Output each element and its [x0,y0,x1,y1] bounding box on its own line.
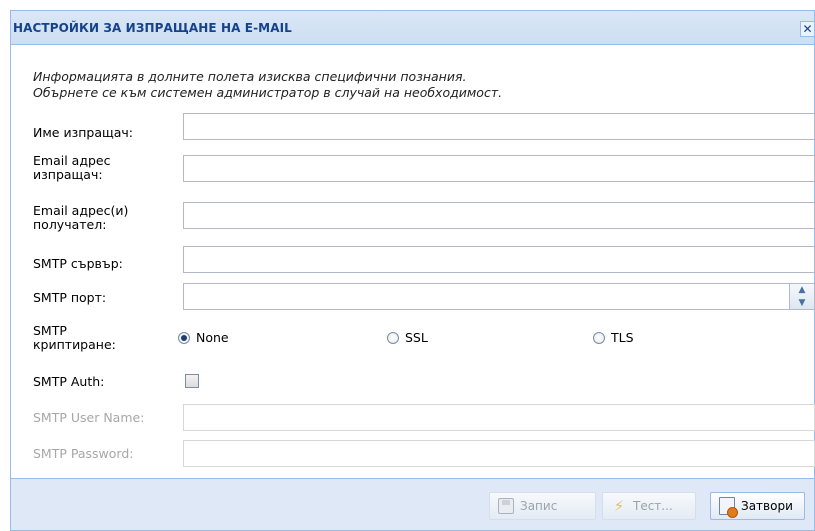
lightning-icon: ⚡ [613,497,625,515]
recipient-email-input[interactable] [183,202,815,229]
recipient-email-label: Email адрес(и) получател: [33,204,173,232]
smtp-port-label: SMTP порт: [33,290,107,305]
radio-tls-dot-icon[interactable] [593,331,605,344]
spin-up-icon[interactable]: ▲ [790,284,814,297]
smtp-password-input[interactable] [183,440,815,467]
close-button[interactable]: Затвори [710,492,805,520]
radio-ssl-label: SSL [405,330,428,345]
sender-name-label: Име изпращач: [33,125,134,140]
title-bar[interactable]: НАСТРОЙКИ ЗА ИЗПРАЩАНЕ НА E-MAIL ✕ [11,11,814,45]
smtp-user-label: SMTP User Name: [33,410,145,425]
radio-none-label: None [196,330,229,345]
sender-name-input[interactable] [183,113,815,140]
close-icon[interactable]: ✕ [800,21,814,37]
dialog-footer: Запис ⚡ Тест... Затвори [11,478,814,530]
radio-tls-label: TLS [611,330,634,345]
smtp-encryption-label-line2: криптиране: [33,337,116,352]
info-message: Информацията в долните полета изисква сп… [33,69,502,101]
save-icon [498,498,514,514]
close-document-icon [719,497,738,518]
smtp-password-label: SMTP Password: [33,446,134,461]
info-line-1: Информацията в долните полета изисква сп… [33,69,467,84]
sender-email-input[interactable] [183,155,815,182]
sender-email-label-line2: изпращач: [33,167,103,182]
spin-down-icon[interactable]: ▼ [790,297,814,310]
smtp-auth-label: SMTP Auth: [33,374,105,389]
save-button-label: Запис [520,499,558,513]
close-button-label: Затвори [741,499,793,513]
smtp-server-input[interactable] [183,246,815,273]
smtp-user-input[interactable] [183,404,815,431]
radio-tls[interactable]: TLS [593,330,634,345]
smtp-server-label: SMTP сървър: [33,256,123,271]
radio-ssl[interactable]: SSL [387,330,428,345]
smtp-auth-checkbox[interactable] [185,374,199,388]
smtp-port-input[interactable] [183,283,790,310]
radio-none[interactable]: None [178,330,229,345]
recipient-email-label-line1: Email адрес(и) [33,203,129,218]
save-button[interactable]: Запис [489,492,596,520]
sender-email-label: Email адрес изпращач: [33,154,173,182]
test-button[interactable]: ⚡ Тест... [602,492,696,520]
radio-none-dot-icon[interactable] [178,331,190,344]
window-title: НАСТРОЙКИ ЗА ИЗПРАЩАНЕ НА E-MAIL [13,21,292,35]
sender-email-label-line1: Email адрес [33,153,111,168]
smtp-encryption-label-line1: SMTP [33,323,67,338]
recipient-email-label-line2: получател: [33,217,107,232]
info-line-2: Обърнете се към системен администратор в… [33,85,503,100]
smtp-encryption-label: SMTP криптиране: [33,324,173,352]
email-settings-window: НАСТРОЙКИ ЗА ИЗПРАЩАНЕ НА E-MAIL ✕ Инфор… [10,10,815,531]
port-spin-buttons: ▲ ▼ [790,283,815,310]
smtp-port-spinner: ▲ ▼ [183,283,815,310]
test-button-label: Тест... [633,499,673,513]
radio-ssl-dot-icon[interactable] [387,331,399,344]
